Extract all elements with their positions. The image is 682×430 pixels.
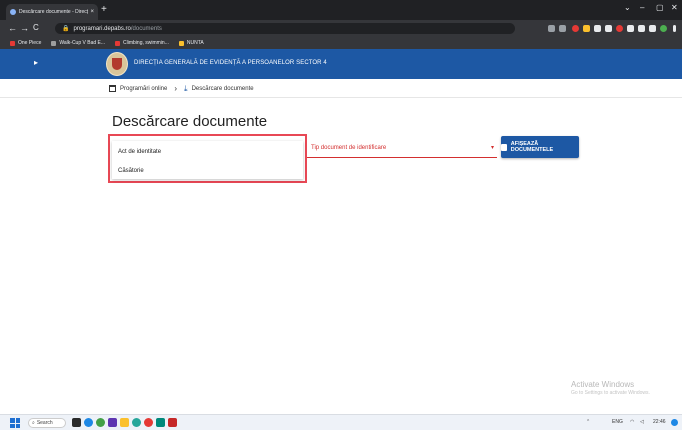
volume-icon[interactable]: ◁ [640, 419, 644, 425]
app-icon[interactable] [156, 418, 165, 427]
activation-watermark-text: Go to Settings to activate Windows. [571, 390, 650, 396]
app-icon[interactable] [108, 418, 117, 427]
extension-icon[interactable] [616, 25, 623, 32]
edge-icon[interactable] [84, 418, 93, 427]
task-view-icon[interactable] [72, 418, 81, 427]
search-icon: ⌕ [32, 420, 35, 426]
taskbar-search[interactable]: ⌕ Search [28, 418, 66, 428]
show-documents-label: AFIȘEAZĂ DOCUMENTELE [510, 141, 554, 153]
browser-tab-strip: Descărcare documente - Direcți × + ⌄ – ▢… [0, 0, 682, 20]
chrome-icon[interactable] [96, 418, 105, 427]
bookmark-folder-icon [178, 40, 184, 46]
bookmark-favicon-icon [51, 40, 57, 46]
windows-taskbar: ⌕ Search ⌃ ENG ◠ ◁ 22:46 [0, 414, 682, 430]
clock[interactable]: 22:46 [653, 419, 666, 425]
extension-icon[interactable] [594, 25, 601, 32]
notification-icon[interactable] [671, 419, 678, 426]
tray-chevron-icon[interactable]: ⌃ [586, 419, 590, 425]
app-header: ▸ DIRECȚIA GENERALĂ DE EVIDENȚĂ A PERSOA… [0, 49, 682, 79]
document-icon [501, 143, 507, 151]
sector-crest-logo [106, 52, 128, 76]
dropdown-menu: Act de identitate Căsătorie [112, 141, 303, 179]
breadcrumb-link-programari[interactable]: Programări online [120, 86, 167, 92]
bookmark-favicon-icon [10, 40, 15, 46]
profile-avatar[interactable] [660, 25, 667, 32]
breadcrumb-separator-icon: › [174, 84, 178, 93]
calendar-icon [109, 85, 116, 92]
bookmark-item[interactable]: NUNTA [178, 40, 204, 46]
network-icon[interactable]: ◠ [630, 419, 634, 425]
extensions-puzzle-icon[interactable] [627, 25, 634, 32]
new-tab-button[interactable]: + [101, 5, 107, 15]
share-icon[interactable] [548, 25, 555, 32]
extension-icon[interactable] [583, 25, 590, 32]
dropdown-option-casatorie[interactable]: Căsătorie [118, 168, 144, 174]
app-icon[interactable] [144, 418, 153, 427]
reading-list-icon[interactable] [638, 25, 645, 32]
tab-close-icon[interactable]: × [90, 9, 94, 15]
bookmark-favicon-icon [115, 40, 121, 46]
tab-search-icon[interactable]: ⌄ [624, 4, 631, 12]
bookmark-item[interactable]: Walk-Cup V Bad E... [51, 40, 105, 46]
bookmark-item[interactable]: One Piece [10, 40, 41, 46]
app-icon[interactable] [168, 418, 177, 427]
activation-watermark-title: Activate Windows [571, 380, 635, 389]
forward-button[interactable]: → [20, 23, 29, 33]
extension-icon[interactable] [605, 25, 612, 32]
document-type-dropdown: Act de identitate Căsătorie [108, 134, 307, 183]
chevron-down-icon[interactable]: ▾ [491, 144, 494, 151]
browser-menu-icon[interactable] [673, 25, 676, 32]
tab-favicon-icon [10, 9, 16, 15]
address-bar[interactable]: 🔒 programari.depabs.ro/documents [55, 23, 515, 34]
page-title: Descărcare documente [112, 113, 268, 130]
bookmark-star-icon[interactable] [559, 25, 566, 32]
app-title: DIRECȚIA GENERALĂ DE EVIDENȚĂ A PERSOANE… [134, 60, 327, 66]
tab-title: Descărcare documente - Direcți [19, 9, 89, 15]
close-window-button[interactable]: ✕ [671, 4, 678, 12]
minimize-button[interactable]: – [640, 4, 644, 12]
maximize-button[interactable]: ▢ [656, 4, 664, 12]
divider [0, 97, 682, 98]
reload-button[interactable]: C [33, 23, 39, 33]
language-indicator[interactable]: ENG [612, 419, 623, 425]
bookmarks-bar: One Piece Walk-Cup V Bad E... Climbing, … [0, 37, 682, 49]
show-documents-button[interactable]: AFIȘEAZĂ DOCUMENTELE [501, 136, 579, 158]
side-panel-icon[interactable] [649, 25, 656, 32]
browser-toolbar: ← → C 🔒 programari.depabs.ro/documents [0, 20, 682, 37]
bookmark-item[interactable]: Climbing, swimmin... [115, 40, 169, 46]
breadcrumb: Programări online › ⤓ Descărcare documen… [109, 84, 254, 93]
dropdown-option-act-identitate[interactable]: Act de identitate [118, 149, 161, 155]
menu-toggle-icon[interactable]: ▸ [34, 58, 38, 67]
lock-icon: 🔒 [62, 26, 70, 32]
windows-start-icon[interactable] [10, 418, 20, 428]
document-type-select[interactable]: Tip document de identificare ▾ [307, 140, 497, 158]
app-icon[interactable] [132, 418, 141, 427]
breadcrumb-current: Descărcare documente [191, 85, 254, 92]
browser-tab[interactable]: Descărcare documente - Direcți × [6, 4, 98, 20]
download-icon: ⤓ [184, 84, 188, 93]
url-text: programari.depabs.ro/documents [73, 25, 162, 32]
file-explorer-icon[interactable] [120, 418, 129, 427]
back-button[interactable]: ← [8, 23, 17, 33]
extension-icon[interactable] [572, 25, 579, 32]
select-placeholder: Tip document de identificare [311, 145, 387, 151]
